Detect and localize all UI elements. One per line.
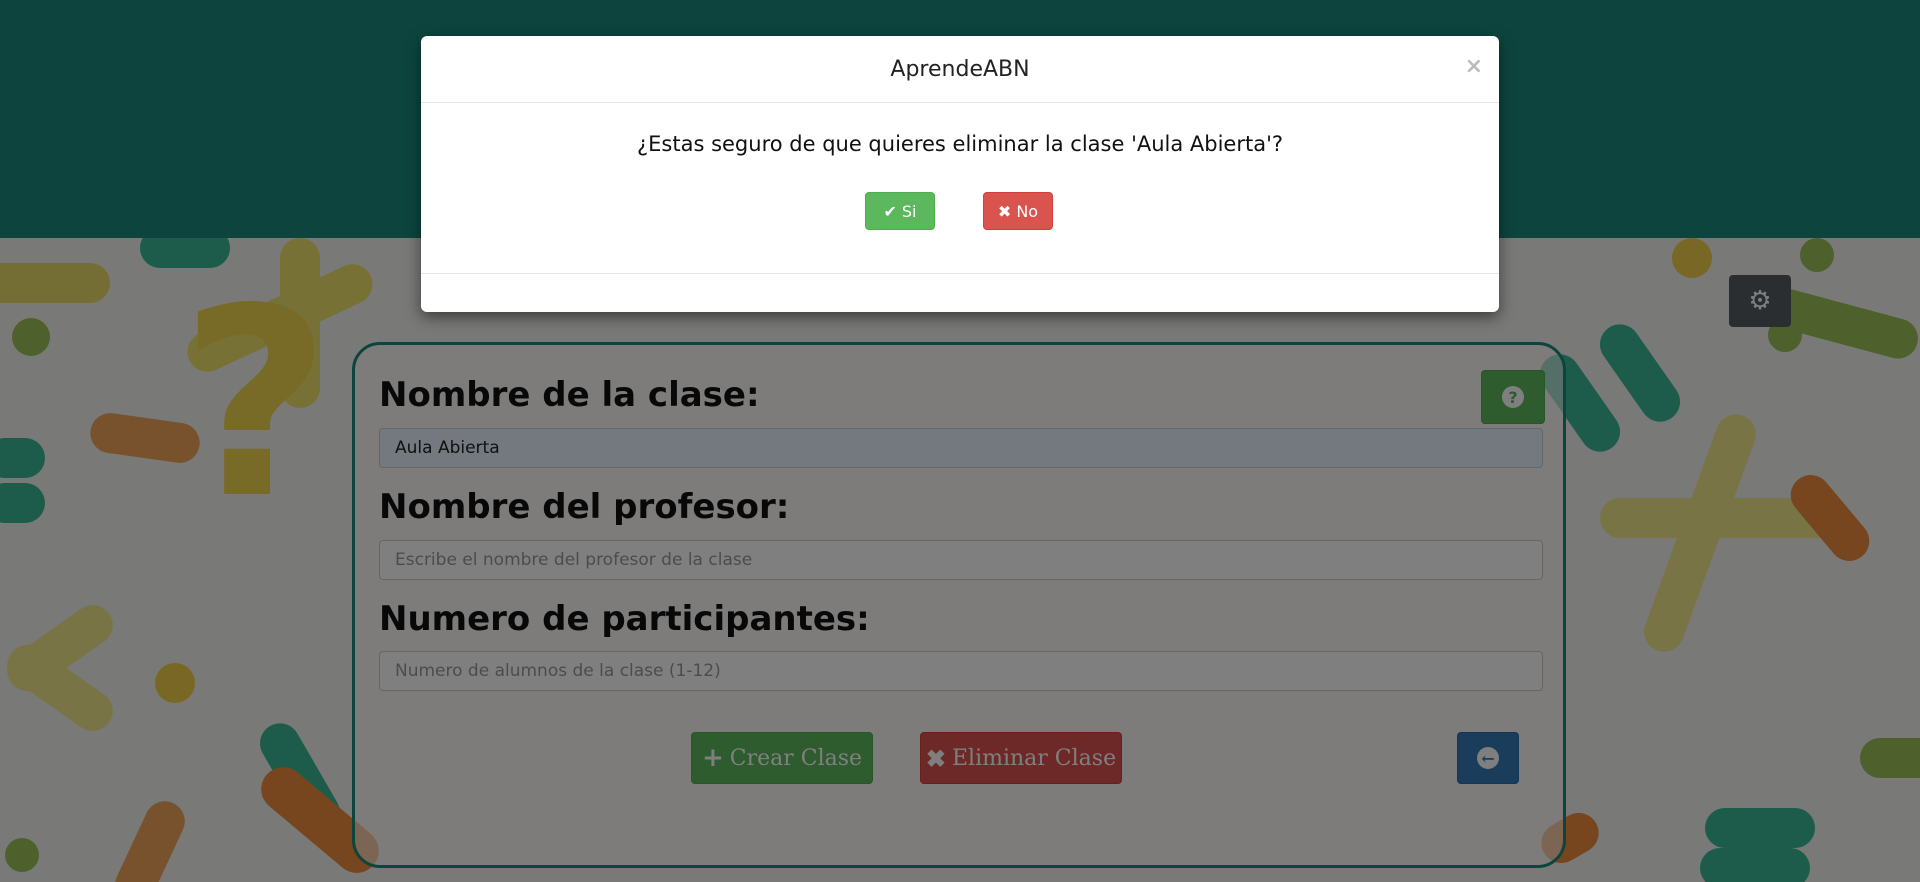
confirm-yes-button[interactable]: ✔ Si — [865, 192, 935, 230]
yes-label: Si — [901, 201, 917, 221]
dialog-title: AprendeABN — [890, 56, 1030, 82]
confirm-no-button[interactable]: ✖ No — [983, 192, 1053, 230]
check-icon: ✔ — [883, 201, 897, 221]
confirm-delete-dialog: AprendeABN × ¿Estas seguro de que quiere… — [421, 36, 1499, 312]
times-icon: ✖ — [997, 201, 1012, 221]
dialog-message: ¿Estas seguro de que quieres eliminar la… — [637, 132, 1283, 156]
dialog-footer — [421, 273, 1499, 313]
no-label: No — [1016, 201, 1039, 221]
close-icon[interactable]: × — [1465, 54, 1483, 79]
dialog-header: AprendeABN × — [421, 36, 1499, 103]
